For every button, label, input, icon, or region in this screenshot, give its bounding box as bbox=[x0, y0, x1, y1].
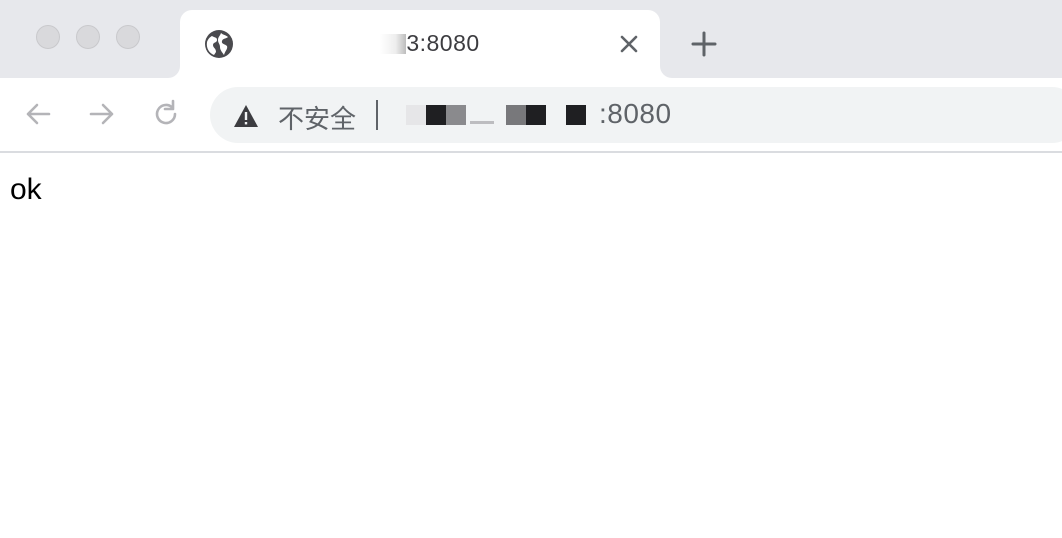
arrow-left-icon[interactable] bbox=[22, 98, 54, 130]
window-zoom-button[interactable] bbox=[116, 25, 140, 49]
address-bar[interactable]: 不安全 :8080 bbox=[210, 87, 1062, 143]
close-icon[interactable] bbox=[616, 31, 642, 57]
divider bbox=[376, 100, 378, 130]
redacted-block bbox=[526, 105, 546, 125]
browser-window: 3:8080 不安全:8080 ok bbox=[0, 0, 1062, 538]
active-tab[interactable]: 3:8080 bbox=[180, 10, 660, 78]
page-content: ok bbox=[0, 153, 1062, 538]
toolbar: 不安全 :8080 bbox=[0, 78, 1062, 153]
tab-title: 3:8080 bbox=[250, 30, 610, 57]
redacted-block bbox=[426, 105, 446, 125]
warning-triangle-icon[interactable] bbox=[232, 103, 260, 129]
redacted-region bbox=[380, 34, 407, 54]
url-port[interactable]: :8080 bbox=[599, 98, 672, 130]
redacted-block bbox=[566, 105, 586, 125]
page-body-text: ok bbox=[10, 173, 42, 206]
window-minimize-button[interactable] bbox=[76, 25, 100, 49]
tab-title-text: 3:8080 bbox=[406, 30, 480, 56]
tab-strip: 3:8080 bbox=[0, 0, 1062, 78]
redacted-block bbox=[446, 105, 466, 125]
redacted-block bbox=[506, 105, 526, 125]
globe-icon bbox=[204, 29, 234, 59]
redacted-block bbox=[470, 121, 494, 124]
plus-icon[interactable] bbox=[688, 28, 720, 60]
window-close-button[interactable] bbox=[36, 25, 60, 49]
security-label[interactable]: 不安全 bbox=[278, 99, 356, 136]
reload-icon[interactable] bbox=[150, 98, 182, 130]
redacted-block bbox=[406, 105, 426, 125]
arrow-right-icon[interactable] bbox=[86, 98, 118, 130]
